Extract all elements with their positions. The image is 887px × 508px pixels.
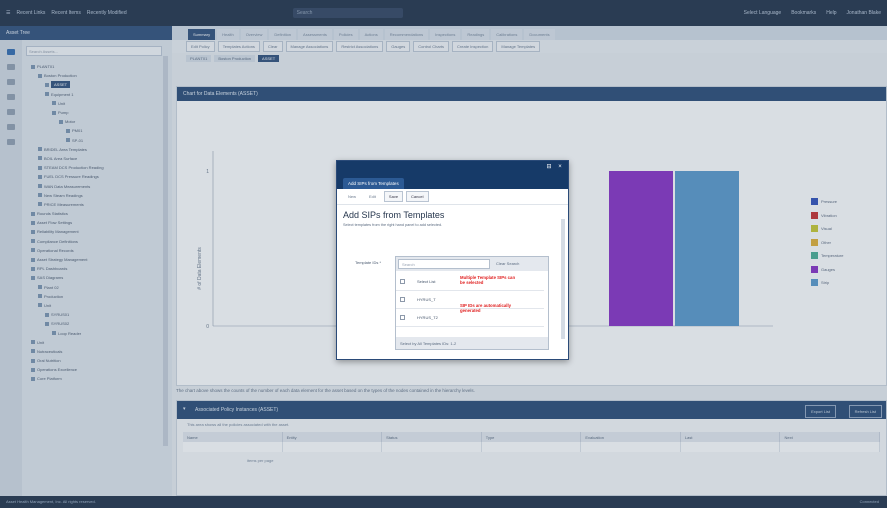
save-button[interactable]: Save — [383, 191, 404, 202]
template-id: HYRUS_T2 — [417, 315, 438, 320]
column-header: Select List — [417, 279, 436, 284]
select-all-checkbox[interactable] — [400, 279, 405, 284]
picker-rows: Select List HYRUS_T HYRUS_T2 Multiple Te… — [396, 271, 548, 337]
template-picker: Search Clear Search Select List HYRUS_T … — [395, 256, 549, 350]
dialog-scrollbar[interactable] — [561, 219, 565, 339]
cancel-button[interactable]: Cancel — [406, 191, 429, 202]
dialog-heading: Add SIPs from Templates — [343, 210, 445, 220]
edit-button[interactable]: Edit — [364, 191, 381, 202]
annotation-multiple-templates: Multiple Template SIPs can be selected — [460, 275, 516, 286]
new-button[interactable]: New — [343, 191, 361, 202]
row-checkbox[interactable] — [400, 315, 405, 320]
picker-search-bar: Search Clear Search — [396, 257, 548, 271]
picker-search-input[interactable]: Search — [398, 259, 490, 269]
add-sips-dialog: ⊟ × Add SIPs from Templates New Edit Sav… — [336, 160, 569, 360]
clear-search-button[interactable]: Clear Search — [493, 259, 522, 269]
template-ids-label: Template IDs * — [355, 260, 382, 265]
tab-add-sips[interactable]: Add SIPs from Templates — [343, 178, 404, 189]
dialog-instructions: Select templates from the right hand pan… — [343, 223, 443, 227]
dialog-toolbar: New Edit Save Cancel — [337, 189, 568, 205]
annotation-sip-ids: SIP IDs are automatically generated — [460, 303, 512, 314]
template-id: HYRUS_T — [417, 297, 436, 302]
dialog-titlebar: ⊟ × — [337, 161, 568, 175]
pin-icon[interactable]: ⊟ — [546, 164, 552, 170]
dialog-tabs: Add SIPs from Templates — [337, 175, 568, 189]
row-checkbox[interactable] — [400, 297, 405, 302]
close-icon[interactable]: × — [557, 164, 563, 170]
picker-footer: Select by All Templates IDs: 1-2 — [396, 337, 548, 349]
